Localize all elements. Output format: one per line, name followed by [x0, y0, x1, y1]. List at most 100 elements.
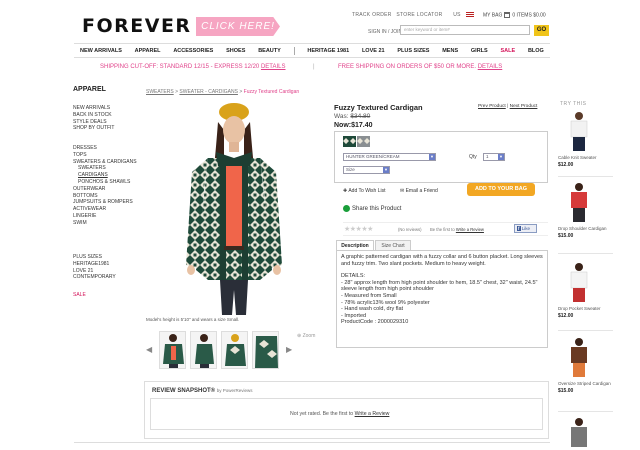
- recommended-item-name[interactable]: Cable Knit Sweater: [558, 155, 613, 161]
- recommended-item[interactable]: Cable Knit Sweater $12.00: [558, 111, 613, 168]
- recommended-item-image[interactable]: [564, 182, 594, 222]
- sidebar-item-dresses[interactable]: DRESSES: [73, 145, 143, 152]
- add-to-wishlist-link[interactable]: ✚ Add To Wish List: [343, 188, 385, 194]
- nav-accessories[interactable]: ACCESSORIES: [173, 48, 213, 54]
- sidebar-item-style-deals[interactable]: STYLE DEALS: [73, 119, 115, 126]
- facebook-like-button[interactable]: f Like: [514, 224, 537, 233]
- sidebar-item-sweaters-cardigans[interactable]: SWEATERS & CARDIGANS: [73, 159, 143, 166]
- recommended-item[interactable]: Drop Shoulder Cardigan $15.00: [558, 182, 613, 239]
- sidebar-item-back-in-stock[interactable]: BACK IN STOCK: [73, 112, 115, 119]
- color-select[interactable]: HUNTER GREEN/CREAM ▼: [343, 153, 436, 161]
- thumb-next-arrow-icon[interactable]: ▶: [286, 345, 292, 354]
- recommended-item[interactable]: Oversize Striped Cardigan $15.00: [558, 337, 613, 394]
- search-input[interactable]: enter keyword or item#: [400, 25, 530, 35]
- sidebar-group-categories: DRESSES TOPS SWEATERS & CARDIGANS SWEATE…: [73, 145, 143, 227]
- nav-new-arrivals[interactable]: NEW ARRIVALS: [80, 48, 122, 54]
- search-go-button[interactable]: GO: [534, 25, 549, 36]
- shipping-divider: |: [313, 64, 315, 70]
- us-flag-icon: [465, 12, 474, 18]
- nav-girls[interactable]: GIRLS: [471, 48, 488, 54]
- product-thumbnail[interactable]: [221, 331, 248, 369]
- thumb-prev-arrow-icon[interactable]: ◀: [146, 345, 152, 354]
- nav-sale[interactable]: SALE: [500, 48, 515, 54]
- share-product[interactable]: Share this Product: [343, 205, 401, 212]
- tab-description[interactable]: Description: [336, 240, 374, 250]
- country-selector[interactable]: US: [453, 12, 474, 18]
- nav-shoes[interactable]: SHOES: [226, 48, 245, 54]
- sidebar-item-love21[interactable]: LOVE 21 CONTEMPORARY: [73, 268, 133, 282]
- product-thumbnail[interactable]: [159, 331, 186, 369]
- free-shipping-details-link[interactable]: DETAILS: [478, 64, 503, 70]
- sidebar-item-jumpsuits-rompers[interactable]: JUMPSUITS & ROMPERS: [73, 199, 143, 206]
- recommended-item-image[interactable]: [564, 111, 594, 151]
- detail-line: - Imported: [341, 312, 367, 319]
- detail-line: - 78% acrylic13% wool 9% polyester: [341, 299, 430, 306]
- no-reviews-text: (No reviews): [398, 227, 422, 232]
- next-product-link[interactable]: Next Product: [510, 104, 538, 109]
- write-review-link[interactable]: Write a Review: [456, 227, 484, 232]
- main-nav: NEW ARRIVALS APPAREL ACCESSORIES SHOES B…: [74, 43, 550, 58]
- product-code: ProductCode : 2000029310: [341, 319, 409, 326]
- be-first-review: Be the first to Write a Review: [430, 227, 484, 232]
- sidebar-item-sweaters[interactable]: SWEATERS: [73, 165, 143, 172]
- sidebar-item-plus-sizes[interactable]: PLUS SIZES: [73, 254, 133, 261]
- product-thumbnail[interactable]: [190, 331, 217, 369]
- recommended-item[interactable]: [558, 417, 613, 450]
- review-snapshot-text: Not yet rated. Be the first to Write a R…: [290, 411, 390, 417]
- sidebar-item-shop-by-outfit[interactable]: SHOP BY OUTFIT: [73, 125, 115, 132]
- email-friend-link[interactable]: ✉ Email a Friend: [400, 188, 438, 194]
- recommended-item-name[interactable]: Drop Pocket Sweater: [558, 306, 613, 312]
- color-swatch-green[interactable]: [343, 136, 356, 147]
- sidebar-item-swim[interactable]: SWIM: [73, 220, 143, 227]
- chevron-down-icon: ▼: [429, 154, 435, 160]
- nav-apparel[interactable]: APPAREL: [135, 48, 161, 54]
- product-thumbnail[interactable]: [252, 331, 279, 369]
- sidebar-item-cardigans[interactable]: CARDIGANS: [73, 172, 143, 179]
- sidebar-item-tops[interactable]: TOPS: [73, 152, 143, 159]
- review-snapshot-title: REVIEW SNAPSHOT® by PowerReviews: [152, 388, 253, 394]
- recommended-item-image[interactable]: [564, 417, 594, 450]
- breadcrumb-sweaters[interactable]: SWEATERS: [146, 89, 174, 95]
- sidebar-item-activewear[interactable]: ACTIVEWEAR: [73, 206, 143, 213]
- detail-line: - 28" approx length from high point shou…: [341, 279, 538, 293]
- snapshot-write-review-link[interactable]: Write a Review: [355, 411, 390, 417]
- my-bag[interactable]: MY BAG 0 ITEMS $0.00: [483, 12, 546, 18]
- track-order-link[interactable]: TRACK ORDER: [352, 12, 392, 18]
- nav-blog[interactable]: BLOG: [528, 48, 544, 54]
- product-main-image[interactable]: [180, 100, 288, 315]
- description-summary: A graphic patterned cardigan with a fuzz…: [341, 254, 543, 267]
- add-to-bag-button[interactable]: ADD TO YOUR BAG: [467, 183, 535, 196]
- plus-icon: ✚: [343, 188, 348, 194]
- nav-plus-sizes[interactable]: PLUS SIZES: [397, 48, 429, 54]
- recommended-item-image[interactable]: [564, 262, 594, 302]
- recommended-item-image[interactable]: [564, 337, 594, 377]
- zoom-button[interactable]: ⊕ Zoom: [297, 333, 315, 339]
- tab-size-chart[interactable]: Size Chart: [375, 240, 411, 250]
- recommended-item-name[interactable]: Oversize Striped Cardigan: [558, 381, 613, 387]
- sidebar-item-bottoms[interactable]: BOTTOMS: [73, 193, 143, 200]
- sidebar-group-featured: NEW ARRIVALS BACK IN STOCK STYLE DEALS S…: [73, 105, 115, 132]
- recommended-item[interactable]: Drop Pocket Sweater $12.00: [558, 262, 613, 319]
- nav-mens[interactable]: MENS: [442, 48, 458, 54]
- sidebar-item-new-arrivals[interactable]: NEW ARRIVALS: [73, 105, 115, 112]
- click-here-banner[interactable]: CLICK HERE!: [196, 17, 280, 36]
- shipping-cutoff-details-link[interactable]: DETAILS: [261, 64, 286, 70]
- breadcrumb-sweater-cardigans[interactable]: SWEATER - CARDIGANS: [179, 89, 238, 95]
- sidebar-item-ponchos-shawls[interactable]: PONCHOS & SHAWLS: [73, 179, 143, 186]
- sidebar-item-sale[interactable]: SALE: [73, 292, 86, 298]
- facebook-icon: f: [517, 226, 521, 231]
- qty-select[interactable]: 1 ▼: [483, 153, 505, 161]
- nav-heritage-1981[interactable]: HERITAGE 1981: [307, 48, 349, 54]
- prev-product-link[interactable]: Prev Product: [478, 104, 506, 109]
- nav-love-21[interactable]: LOVE 21: [362, 48, 385, 54]
- recommended-item-name[interactable]: Drop Shoulder Cardigan: [558, 226, 613, 232]
- sign-in-link[interactable]: SIGN IN / JOIN: [368, 29, 402, 35]
- nav-beauty[interactable]: BEAUTY: [258, 48, 281, 54]
- shopping-bag-icon: [504, 12, 511, 18]
- store-locator-link[interactable]: STORE LOCATOR: [396, 12, 442, 18]
- sidebar-item-outerwear[interactable]: OUTERWEAR: [73, 186, 143, 193]
- sidebar-item-lingerie[interactable]: LINGERIE: [73, 213, 143, 220]
- color-swatch-grey[interactable]: [357, 136, 370, 147]
- sidebar-item-heritage1981[interactable]: HERITAGE1981: [73, 261, 133, 268]
- size-select[interactable]: Size ▼: [343, 166, 390, 174]
